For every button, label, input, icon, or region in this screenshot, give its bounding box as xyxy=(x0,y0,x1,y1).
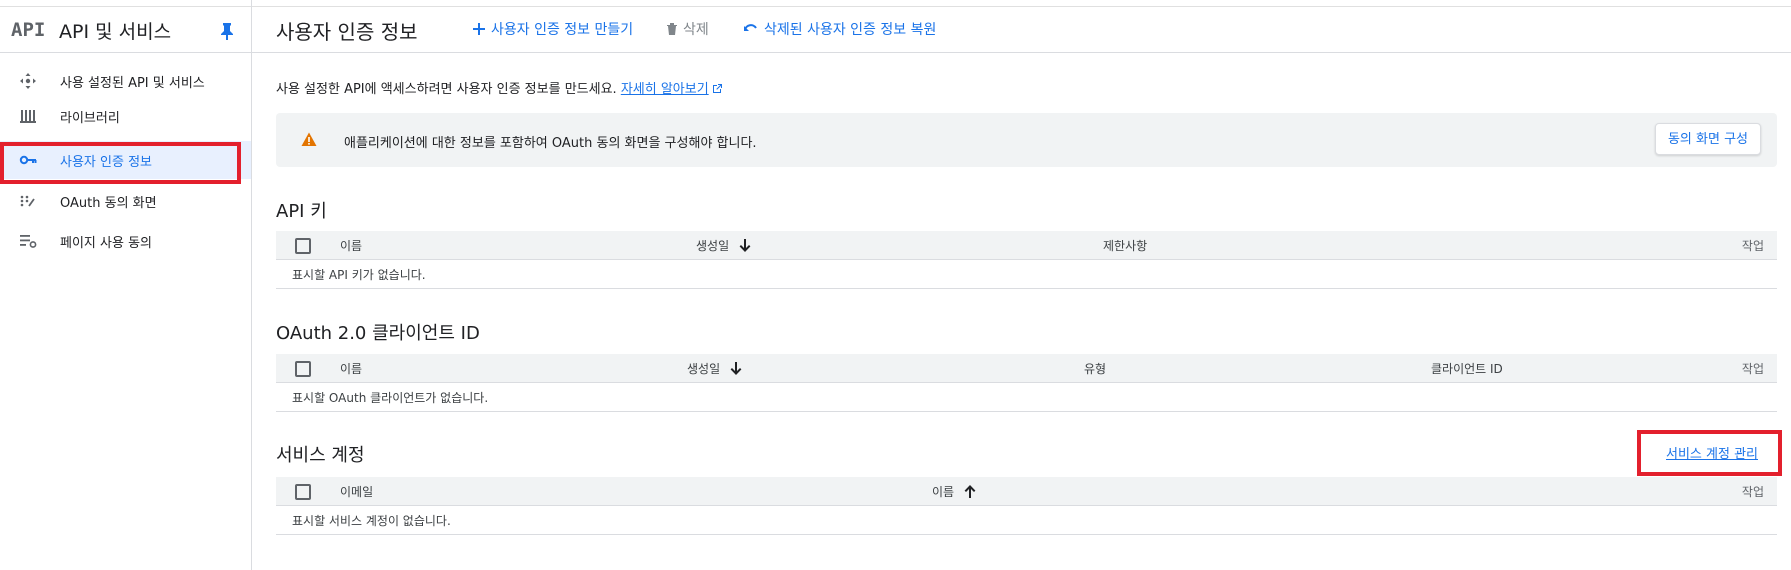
api-keys-empty-row: 표시할 API 키가 없습니다. xyxy=(276,260,1777,289)
api-keys-title: API 키 xyxy=(276,201,327,222)
oauth-empty-row: 표시할 OAuth 클라이언트가 없습니다. xyxy=(276,383,1777,412)
sidebar-item-credentials[interactable]: 사용자 인증 정보 xyxy=(0,141,251,179)
sidebar-item-label: 사용자 인증 정보 xyxy=(60,155,152,170)
intro-text: 사용 설정한 API에 액세스하려면 사용자 인증 정보를 만드세요. 자세히 … xyxy=(276,78,723,97)
sidebar-item-label: 페이지 사용 동의 xyxy=(60,236,152,251)
service-accounts-title: 서비스 계정 xyxy=(276,445,365,466)
empty-message: 표시할 OAuth 클라이언트가 없습니다. xyxy=(292,391,489,405)
restore-deleted-button[interactable]: 삭제된 사용자 인증 정보 복원 xyxy=(743,19,936,39)
column-name[interactable]: 이름 xyxy=(340,237,362,254)
api-logo: API xyxy=(11,19,46,41)
oauth-clients-title: OAuth 2.0 클라이언트 ID xyxy=(276,323,480,344)
sidebar-item-label: 라이브러리 xyxy=(60,111,120,126)
sort-down-icon xyxy=(730,362,742,375)
manage-service-accounts-link[interactable]: 서비스 계정 관리 xyxy=(1666,443,1758,462)
sidebar-item-label: 사용 설정된 API 및 서비스 xyxy=(60,76,205,91)
delete-button[interactable]: 삭제 xyxy=(666,19,709,39)
empty-message: 표시할 서비스 계정이 없습니다. xyxy=(292,514,451,528)
sidebar-item-library[interactable]: 라이브러리 xyxy=(0,97,251,135)
library-icon xyxy=(20,110,36,123)
column-client-id[interactable]: 클라이언트 ID xyxy=(1431,360,1503,377)
main-header: 사용자 인증 정보 사용자 인증 정보 만들기 삭제 삭제된 사용자 인증 정보… xyxy=(252,6,1791,53)
select-all-checkbox[interactable] xyxy=(295,238,311,254)
consent-warning-banner: 애플리케이션에 대한 정보를 포함하여 OAuth 동의 화면을 구성해야 합니… xyxy=(276,113,1777,167)
external-link-icon xyxy=(712,84,722,93)
api-keys-table-header: 이름 생성일 제한사항 작업 xyxy=(276,231,1777,260)
pin-icon[interactable] xyxy=(220,22,234,40)
sidebar-item-page-usage[interactable]: 페이지 사용 동의 xyxy=(0,222,251,260)
warning-icon xyxy=(301,132,317,146)
sidebar: API API 및 서비스 사용 설정된 API 및 서비스 라이브러리 사용자… xyxy=(0,0,252,570)
column-restrictions[interactable]: 제한사항 xyxy=(1103,237,1147,254)
column-type[interactable]: 유형 xyxy=(1084,360,1106,377)
delete-label: 삭제 xyxy=(683,22,709,38)
service-accounts-table-header: 이메일 이름 작업 xyxy=(276,477,1777,506)
column-actions: 작업 xyxy=(1741,239,1764,253)
oauth-consent-icon xyxy=(20,195,35,207)
enabled-apis-icon xyxy=(20,73,36,89)
column-name[interactable]: 이름 xyxy=(932,483,976,500)
plus-icon xyxy=(473,23,485,35)
select-all-checkbox[interactable] xyxy=(295,361,311,377)
learn-more-link[interactable]: 자세히 알아보기 xyxy=(621,82,709,97)
sidebar-header: API API 및 서비스 xyxy=(0,6,251,53)
configure-consent-screen-button[interactable]: 동의 화면 구성 xyxy=(1654,123,1761,155)
column-email[interactable]: 이메일 xyxy=(340,483,373,500)
restore-deleted-label: 삭제된 사용자 인증 정보 복원 xyxy=(764,22,937,38)
column-created[interactable]: 생성일 xyxy=(696,237,751,254)
page-usage-icon xyxy=(20,235,37,248)
banner-message: 애플리케이션에 대한 정보를 포함하여 OAuth 동의 화면을 구성해야 합니… xyxy=(344,136,757,151)
column-actions: 작업 xyxy=(1741,485,1764,499)
intro-message: 사용 설정한 API에 액세스하려면 사용자 인증 정보를 만드세요. xyxy=(276,82,617,97)
column-created[interactable]: 생성일 xyxy=(687,360,742,377)
product-title[interactable]: API 및 서비스 xyxy=(59,17,171,44)
sidebar-item-enabled-apis[interactable]: 사용 설정된 API 및 서비스 xyxy=(0,62,251,100)
sidebar-item-oauth-consent[interactable]: OAuth 동의 화면 xyxy=(0,182,251,220)
create-credentials-label: 사용자 인증 정보 만들기 xyxy=(491,22,634,38)
sort-down-icon xyxy=(739,239,751,252)
column-name[interactable]: 이름 xyxy=(340,360,362,377)
select-all-checkbox[interactable] xyxy=(295,484,311,500)
key-icon xyxy=(19,155,37,165)
empty-message: 표시할 API 키가 없습니다. xyxy=(292,268,426,282)
page-title: 사용자 인증 정보 xyxy=(276,20,418,44)
trash-icon xyxy=(667,23,677,35)
oauth-table-header: 이름 생성일 유형 클라이언트 ID 작업 xyxy=(276,354,1777,383)
sort-up-icon xyxy=(964,485,976,498)
sidebar-item-label: OAuth 동의 화면 xyxy=(60,196,157,211)
create-credentials-button[interactable]: 사용자 인증 정보 만들기 xyxy=(472,19,633,39)
column-actions: 작업 xyxy=(1741,362,1764,376)
service-accounts-empty-row: 표시할 서비스 계정이 없습니다. xyxy=(276,506,1777,535)
restore-icon xyxy=(744,24,757,31)
